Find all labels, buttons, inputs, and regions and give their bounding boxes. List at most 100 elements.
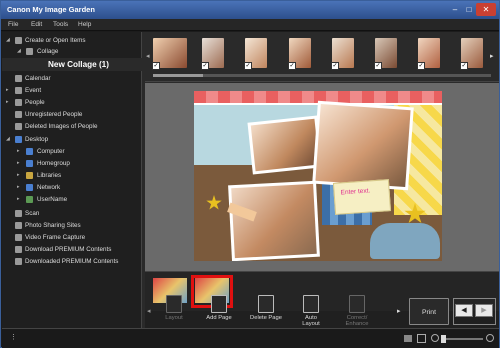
sidebar-item-photo-sharing-sites[interactable]: Photo Sharing Sites: [2, 220, 142, 231]
sidebar-item-label: UserName: [37, 196, 68, 203]
menu-file[interactable]: File: [8, 21, 18, 28]
status-bar: ⋮: [2, 328, 499, 348]
downloaded-icon: [15, 258, 22, 265]
expand-arrow-icon[interactable]: ◢: [17, 46, 21, 57]
sidebar-item-label: Download PREMIUM Contents: [25, 246, 112, 253]
sidebar-item-unregistered-people[interactable]: Unregistered People: [2, 109, 142, 120]
desktop-icon: [15, 136, 22, 143]
zoom-in-icon[interactable]: [486, 334, 494, 342]
sidebar-item-download-premium-contents[interactable]: Download PREMIUM Contents: [2, 244, 142, 255]
sidebar-item-video-frame-capture[interactable]: Video Frame Capture: [2, 232, 142, 243]
thumbnail-image[interactable]: ✓: [244, 38, 267, 70]
thumbnail-image[interactable]: ✓: [460, 38, 483, 70]
thumbnail-image[interactable]: ✓: [331, 38, 354, 70]
sidebar-item-label: Collage: [37, 48, 59, 55]
sidebar-item-scan[interactable]: Scan: [2, 208, 142, 219]
user-icon: [26, 196, 33, 203]
photo-image: [231, 183, 317, 259]
toolbar-scroll-right-icon[interactable]: ▸: [397, 307, 401, 315]
text-note[interactable]: Enter text.: [332, 179, 392, 215]
photo-frame[interactable]: [228, 180, 320, 261]
thumbnail-image[interactable]: ✓: [152, 38, 187, 70]
thumbnail-image[interactable]: ✓: [288, 38, 311, 70]
thumbnail-scroll-right-icon[interactable]: ▸: [490, 52, 496, 60]
expand-arrow-icon[interactable]: ▸: [17, 194, 20, 205]
layout-label: Layout: [165, 315, 183, 321]
zoom-slider-thumb[interactable]: [441, 335, 446, 343]
maximize-button[interactable]: □: [462, 3, 476, 16]
sidebar-item-deleted-images-of-people[interactable]: Deleted Images of People: [2, 121, 142, 132]
expand-arrow-icon[interactable]: ▸: [17, 182, 20, 193]
menu-tools[interactable]: Tools: [53, 21, 68, 28]
menu-bar: File Edit Tools Help: [1, 19, 499, 31]
sidebar-item-label: Libraries: [37, 172, 62, 179]
photo-sharing-icon: [15, 222, 22, 229]
thumbnail-image[interactable]: ✓: [417, 38, 440, 70]
photo-frame[interactable]: [247, 115, 323, 175]
people-icon: [15, 99, 22, 106]
layout-icon: [166, 295, 182, 313]
sidebar-item-label: Create or Open Items: [25, 37, 86, 44]
delete-page-icon: [258, 295, 274, 313]
sidebar-item-network[interactable]: ▸ Network: [2, 182, 142, 193]
sidebar-item-homegroup[interactable]: ▸ Homegroup: [2, 158, 142, 169]
sidebar-item-label: Event: [25, 87, 42, 94]
sidebar-item-people[interactable]: ▸ People: [2, 97, 142, 108]
sidebar-item-create-or-open-items[interactable]: ◢ Create or Open Items: [2, 35, 142, 46]
expand-arrow-icon[interactable]: ◢: [6, 134, 10, 145]
expand-arrow-icon[interactable]: ▸: [17, 170, 20, 181]
zoom-slider[interactable]: [441, 335, 483, 343]
sidebar-item-computer[interactable]: ▸ Computer: [2, 146, 142, 157]
thumbnail-image[interactable]: ✓: [201, 38, 224, 70]
expand-arrow-icon[interactable]: ▸: [17, 158, 20, 169]
menu-edit[interactable]: Edit: [31, 21, 42, 28]
expand-arrow-icon[interactable]: ▸: [17, 146, 20, 157]
checkmark-icon[interactable]: ✓: [288, 62, 296, 70]
more-options-icon[interactable]: ⋮: [10, 333, 17, 341]
checkmark-icon[interactable]: ✓: [417, 62, 425, 70]
checkmark-icon[interactable]: ✓: [460, 62, 468, 70]
auto-layout-button[interactable]: Auto Layout: [297, 295, 325, 327]
add-page-button[interactable]: Add Page: [203, 295, 235, 321]
minimize-button[interactable]: –: [448, 3, 462, 16]
sidebar-item-label: Network: [37, 184, 61, 191]
thumbnail-scroll-left-icon[interactable]: ◂: [146, 52, 150, 60]
sidebar-item-downloaded-premium-contents[interactable]: Downloaded PREMIUM Contents: [2, 256, 142, 267]
photo-frame[interactable]: [312, 100, 414, 191]
sidebar-item-label: Desktop: [25, 136, 49, 143]
correct-enhance-button[interactable]: Correct/ Enhance: [337, 295, 377, 327]
checkmark-icon[interactable]: ✓: [374, 62, 382, 70]
enter-text-placeholder[interactable]: Enter text.: [340, 187, 370, 196]
layout-button[interactable]: Layout: [161, 295, 187, 321]
sidebar-item-event[interactable]: ▸ Event: [2, 85, 142, 96]
sidebar-item-calendar[interactable]: Calendar: [2, 73, 142, 84]
sidebar-item-new-collage[interactable]: New Collage (1): [2, 58, 142, 71]
sidebar-item-username[interactable]: ▸ UserName: [2, 194, 142, 205]
toolbar-scroll-left-icon[interactable]: ◂: [147, 307, 151, 315]
delete-page-button[interactable]: Delete Page: [246, 295, 286, 321]
thumbnail-image[interactable]: ✓: [374, 38, 397, 70]
next-page-button[interactable]: ▶: [475, 304, 493, 317]
checkmark-icon[interactable]: ✓: [244, 62, 252, 70]
thumbnail-scrollbar[interactable]: [153, 74, 491, 77]
menu-help[interactable]: Help: [78, 21, 91, 28]
expand-arrow-icon[interactable]: ▸: [6, 97, 9, 108]
fit-view-icon[interactable]: [417, 334, 426, 343]
close-button[interactable]: ✕: [476, 3, 496, 16]
previous-page-button[interactable]: ◀: [455, 304, 473, 317]
checkmark-icon[interactable]: ✓: [152, 62, 160, 70]
sidebar-item-libraries[interactable]: ▸ Libraries: [2, 170, 142, 181]
print-button[interactable]: Print: [409, 298, 449, 325]
photo-image: [315, 103, 411, 188]
expand-arrow-icon[interactable]: ▸: [6, 85, 9, 96]
view-mode-icon[interactable]: [404, 335, 412, 342]
event-icon: [15, 87, 22, 94]
sidebar-item-collage[interactable]: ◢ Collage: [2, 46, 142, 57]
collage-page[interactable]: Enter text.: [194, 91, 442, 261]
zoom-out-icon[interactable]: [431, 334, 439, 342]
scrollbar-thumb[interactable]: [153, 74, 203, 77]
sidebar-item-desktop[interactable]: ◢ Desktop: [2, 134, 142, 145]
checkmark-icon[interactable]: ✓: [331, 62, 339, 70]
expand-arrow-icon[interactable]: ◢: [6, 35, 10, 46]
checkmark-icon[interactable]: ✓: [201, 62, 209, 70]
